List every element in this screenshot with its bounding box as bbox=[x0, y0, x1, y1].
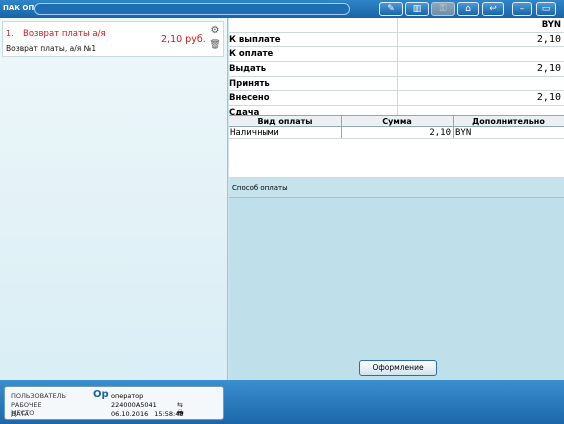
broom-button[interactable]: ✎ bbox=[379, 2, 403, 16]
maximize-icon: ▭ bbox=[541, 4, 551, 14]
column-divider bbox=[453, 127, 454, 138]
payment-extra: BYN bbox=[455, 128, 472, 138]
item-subtitle: Возврат платы, а/я №1 bbox=[6, 44, 97, 53]
item-number: 1. bbox=[6, 29, 14, 38]
payments-table: Вид оплаты Сумма Дополнительно Наличными… bbox=[229, 115, 564, 177]
broom-icon: ✎ bbox=[387, 4, 395, 14]
summary-table: BYN К выплате 2,10 К оплате Выдать 2,10 … bbox=[229, 18, 564, 121]
minimize-icon: – bbox=[519, 4, 525, 14]
cart-panel: 1. Возврат платы а/я 2,10 руб. Возврат п… bbox=[0, 18, 228, 380]
summary-label: Выдать bbox=[229, 64, 267, 75]
summary-row: К оплате bbox=[229, 47, 564, 63]
status-bar: ПОЛЬЗОВАТЕЛЬ Ор оператор РАБОЧЕЕ МЕСТО 2… bbox=[0, 380, 564, 424]
gear-icon[interactable]: ⚙ bbox=[209, 26, 221, 36]
column-header: Сумма bbox=[382, 117, 412, 126]
table-row[interactable]: Наличными 2,10 BYN bbox=[229, 127, 564, 139]
summary-label: К выплате bbox=[229, 34, 281, 45]
time-text: 15:58:48 bbox=[154, 410, 184, 418]
payment-panel: BYN К выплате 2,10 К оплате Выдать 2,10 … bbox=[229, 18, 564, 380]
summary-value bbox=[397, 47, 564, 62]
summary-value: 2,10 bbox=[397, 62, 564, 76]
summary-value: 2,10 bbox=[397, 32, 564, 47]
column-header: Вид оплаты bbox=[257, 117, 313, 126]
user-label: ПОЛЬЗОВАТЕЛЬ bbox=[11, 392, 66, 400]
workplace-value: 224000А5041 bbox=[111, 401, 157, 409]
home-icon: ⌂ bbox=[465, 4, 471, 14]
session-info: ПОЛЬЗОВАТЕЛЬ Ор оператор РАБОЧЕЕ МЕСТО 2… bbox=[4, 386, 224, 420]
title-bar: ПАК ОПС ✎ ▥ ⚿ ⌂ ↩ – ▭ bbox=[0, 0, 564, 18]
summary-row: К выплате 2,10 bbox=[229, 32, 564, 48]
title-field bbox=[34, 3, 350, 15]
date-value: 06.10.2016 15:58:48 bbox=[111, 410, 184, 418]
maximize-button[interactable]: ▭ bbox=[536, 2, 556, 16]
cart-item[interactable]: 1. Возврат платы а/я 2,10 руб. Возврат п… bbox=[2, 21, 224, 57]
minimize-button[interactable]: – bbox=[512, 2, 532, 16]
key-button[interactable]: ⚿ bbox=[431, 2, 455, 16]
summary-value bbox=[397, 76, 564, 91]
operator-icon: Ор bbox=[93, 389, 109, 400]
summary-row: Внесено 2,10 bbox=[229, 91, 564, 107]
home-button[interactable]: ⌂ bbox=[457, 2, 479, 16]
payment-method-label: Способ оплаты bbox=[229, 178, 564, 198]
item-title: Возврат платы а/я bbox=[23, 29, 106, 39]
summary-label: Принять bbox=[229, 78, 270, 89]
payments-header: Вид оплаты Сумма Дополнительно bbox=[229, 116, 564, 127]
summary-value: 2,10 bbox=[397, 91, 564, 106]
back-button[interactable]: ↩ bbox=[482, 2, 504, 16]
date-text: 06.10.2016 bbox=[111, 410, 149, 418]
date-label: ДАТА bbox=[11, 410, 29, 418]
column-divider bbox=[453, 116, 454, 126]
payment-amount: 2,10 bbox=[429, 128, 451, 138]
summary-header-row: BYN bbox=[229, 18, 564, 33]
trash-icon[interactable]: 🗑 bbox=[209, 40, 221, 51]
summary-label: Внесено bbox=[229, 93, 270, 104]
key-icon: ⚿ bbox=[439, 4, 447, 14]
column-divider bbox=[341, 116, 342, 126]
payment-type: Наличными bbox=[230, 128, 279, 138]
summary-currency: BYN bbox=[397, 18, 564, 32]
barcode-icon: ▥ bbox=[412, 4, 422, 14]
barcode-button[interactable]: ▥ bbox=[405, 2, 429, 16]
checkout-button[interactable]: Оформление bbox=[359, 360, 437, 376]
column-divider bbox=[341, 127, 342, 138]
summary-row: Выдать 2,10 bbox=[229, 62, 564, 77]
user-value: оператор bbox=[111, 392, 144, 400]
item-price: 2,10 руб. bbox=[161, 34, 206, 45]
summary-row: Принять bbox=[229, 76, 564, 92]
back-icon: ↩ bbox=[489, 4, 497, 14]
column-header: Дополнительно bbox=[472, 117, 545, 126]
summary-label: К оплате bbox=[229, 49, 274, 60]
